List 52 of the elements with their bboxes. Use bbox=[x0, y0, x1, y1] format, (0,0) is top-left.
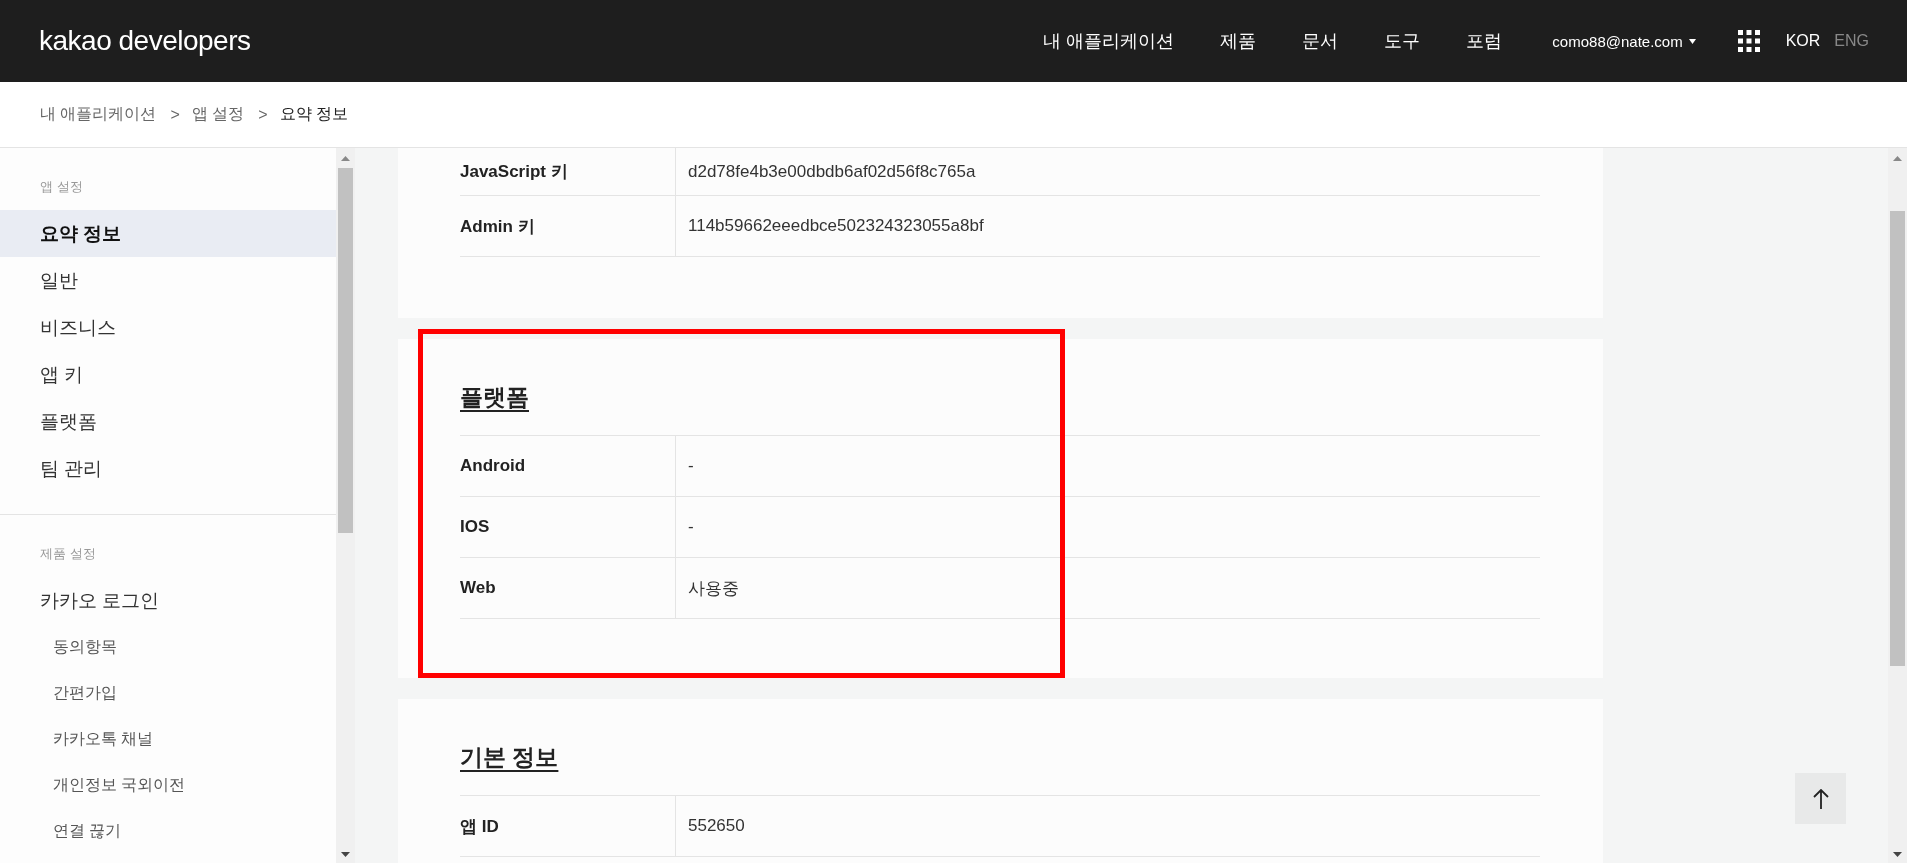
row-label: JavaScript 키 bbox=[460, 148, 676, 195]
row-label: Android bbox=[460, 436, 676, 496]
nav-link[interactable]: 도구 bbox=[1384, 29, 1421, 53]
row-label: Admin 키 bbox=[460, 196, 676, 256]
sidebar-subitem[interactable]: 간편가입 bbox=[0, 670, 336, 716]
nav-link[interactable]: 문서 bbox=[1302, 29, 1339, 53]
app-grid-icon[interactable] bbox=[1737, 30, 1760, 52]
sidebar-item[interactable]: 일반 bbox=[0, 257, 336, 304]
caret-icon bbox=[1688, 38, 1696, 44]
row-value: d2d78fe4b3e00dbdb6af02d56f8c765a bbox=[687, 160, 976, 183]
sidebar-item[interactable]: 비즈니스 bbox=[0, 304, 336, 351]
sidebar-item[interactable]: 카카오 로그인 bbox=[0, 577, 336, 624]
page-scrollbar[interactable] bbox=[1888, 148, 1907, 863]
sidebar-item[interactable]: 앱 키 bbox=[0, 351, 336, 398]
section-title[interactable]: 플랫폼 bbox=[460, 379, 1540, 436]
sidebar-subitem[interactable]: 동의항목 bbox=[0, 624, 336, 670]
nav-link[interactable]: 제품 bbox=[1220, 29, 1257, 53]
up-arrow-icon bbox=[1812, 788, 1829, 809]
row-label: Web bbox=[460, 558, 676, 618]
scroll-down-arrow-icon[interactable] bbox=[341, 852, 350, 857]
breadcrumb-link[interactable]: 앱 설정 bbox=[191, 104, 245, 125]
logo[interactable]: kakao developers bbox=[39, 25, 251, 57]
sidebar-section-title: 제품 설정 bbox=[39, 545, 97, 563]
breadcrumb-link[interactable]: 내 애플리케이션 bbox=[40, 104, 157, 125]
account-menu[interactable]: como88@nate.com bbox=[1552, 32, 1696, 50]
sidebar-section-title: 앱 설정 bbox=[39, 178, 84, 196]
row-value: 552650 bbox=[687, 815, 745, 837]
breadcrumb-separator: > bbox=[258, 105, 268, 124]
nav-link[interactable]: 내 애플리케이션 bbox=[1043, 29, 1175, 53]
section-title[interactable]: 기본 정보 bbox=[460, 739, 1540, 796]
breadcrumb-link[interactable]: 요약 정보 bbox=[279, 104, 349, 125]
row-value: 사용중 bbox=[687, 577, 739, 600]
scroll-up-arrow-icon[interactable] bbox=[1893, 156, 1902, 161]
sidebar-item[interactable]: 플랫폼 bbox=[0, 398, 336, 445]
sidebar-item[interactable]: 팀 관리 bbox=[0, 445, 336, 492]
language-link[interactable]: KOR bbox=[1785, 32, 1821, 50]
scroll-down-arrow-icon[interactable] bbox=[1893, 852, 1902, 857]
language-link[interactable]: ENG bbox=[1834, 32, 1869, 50]
sidebar-subitem[interactable]: 개인정보 국외이전 bbox=[0, 762, 336, 808]
nav-link[interactable]: 포럼 bbox=[1466, 29, 1503, 53]
sidebar-subitem[interactable]: 연결 끊기 bbox=[0, 808, 336, 854]
row-value: - bbox=[687, 516, 694, 538]
row-label: 앱 ID bbox=[460, 796, 676, 856]
scroll-up-arrow-icon[interactable] bbox=[341, 156, 350, 161]
scroll-to-top-button[interactable] bbox=[1795, 773, 1846, 824]
sidebar-scrollbar[interactable] bbox=[336, 148, 355, 863]
sidebar-subitem[interactable]: 카카오톡 채널 bbox=[0, 716, 336, 762]
sidebar-item[interactable]: 요약 정보 bbox=[0, 210, 336, 257]
breadcrumb-separator: > bbox=[170, 105, 180, 124]
row-value: - bbox=[687, 455, 694, 477]
row-label: IOS bbox=[460, 497, 676, 557]
row-value: 114b59662eeedbce502324323055a8bf bbox=[687, 215, 984, 237]
